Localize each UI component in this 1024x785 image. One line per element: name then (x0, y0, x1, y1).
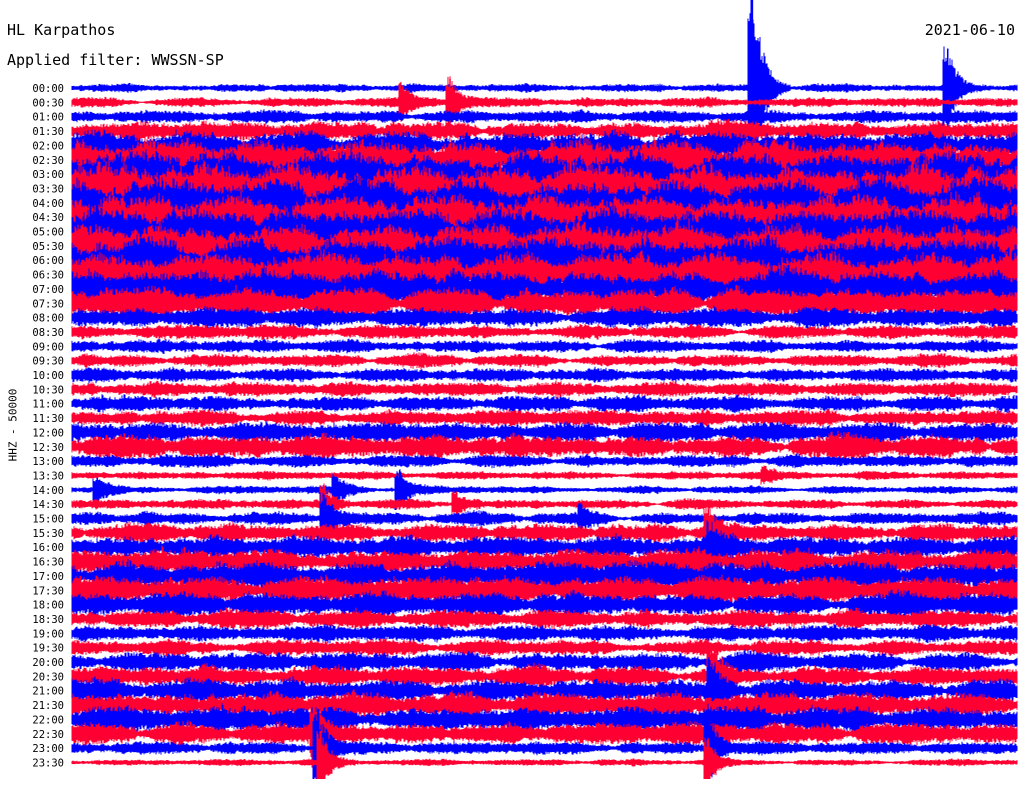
time-label: 19:30 (32, 643, 64, 655)
time-label: 16:00 (32, 542, 64, 554)
filter-label: Applied filter: WWSSN-SP (7, 51, 224, 69)
time-label: 23:00 (32, 743, 64, 755)
time-label: 17:30 (32, 585, 64, 597)
time-label: 02:00 (32, 140, 64, 152)
time-label: 21:30 (32, 700, 64, 712)
time-label: 13:30 (32, 470, 64, 482)
time-label: 05:00 (32, 227, 64, 239)
trace-line (71, 380, 1018, 399)
trace-line (71, 453, 1018, 469)
trace-line (71, 393, 1018, 414)
trace-line (71, 338, 1018, 354)
time-label: 06:00 (32, 255, 64, 267)
time-label: 15:00 (32, 514, 64, 526)
time-label: 21:00 (32, 686, 64, 698)
time-label: 11:00 (32, 399, 64, 411)
time-label: 09:30 (32, 356, 64, 368)
time-label: 19:00 (32, 628, 64, 640)
time-label: 18:00 (32, 600, 64, 612)
time-label: 03:30 (32, 183, 64, 195)
time-label: 15:30 (32, 528, 64, 540)
time-label: 12:30 (32, 442, 64, 454)
time-label: 04:30 (32, 212, 64, 224)
y-axis-label: HHZ - 50000 (6, 388, 20, 462)
time-label: 03:00 (32, 169, 64, 181)
time-label: 06:30 (32, 270, 64, 282)
time-label: 07:30 (32, 298, 64, 310)
time-label: 00:30 (32, 97, 64, 109)
trace-line (71, 366, 1018, 384)
time-label: 14:30 (32, 499, 64, 511)
time-label: 12:00 (32, 427, 64, 439)
time-label: 00:00 (32, 83, 64, 95)
time-label: 18:30 (32, 614, 64, 626)
seismogram-svg: 00:00 00:30 01:00 01:30 02:00 02:30 03:00 03:30… (32, 0, 1018, 779)
trace-line (71, 465, 1018, 485)
time-label: 01:00 (32, 112, 64, 124)
time-label: 08:30 (32, 327, 64, 339)
time-label: 07:00 (32, 284, 64, 296)
date-label: 2021-06-10 (924, 21, 1015, 39)
time-label: 14:00 (32, 485, 64, 497)
time-label: 02:30 (32, 155, 64, 167)
time-label: 05:30 (32, 241, 64, 253)
time-label: 20:00 (32, 657, 64, 669)
time-label: 04:00 (32, 198, 64, 210)
time-label: 23:30 (32, 757, 64, 769)
time-label: 10:00 (32, 370, 64, 382)
helicorder-plot: HL Karpathos Applied filter: WWSSN-SP 20… (0, 0, 1024, 780)
station-title: HL Karpathos (7, 21, 116, 39)
time-label: 01:30 (32, 126, 64, 138)
time-label: 09:00 (32, 341, 64, 353)
time-label: 08:00 (32, 313, 64, 325)
trace-line (71, 352, 1018, 370)
time-label: 20:30 (32, 671, 64, 683)
time-label: 13:00 (32, 456, 64, 468)
time-label: 22:00 (32, 714, 64, 726)
time-label: 17:00 (32, 571, 64, 583)
time-label: 22:30 (32, 729, 64, 741)
time-label: 10:30 (32, 384, 64, 396)
time-label: 11:30 (32, 413, 64, 425)
time-label: 16:30 (32, 557, 64, 569)
